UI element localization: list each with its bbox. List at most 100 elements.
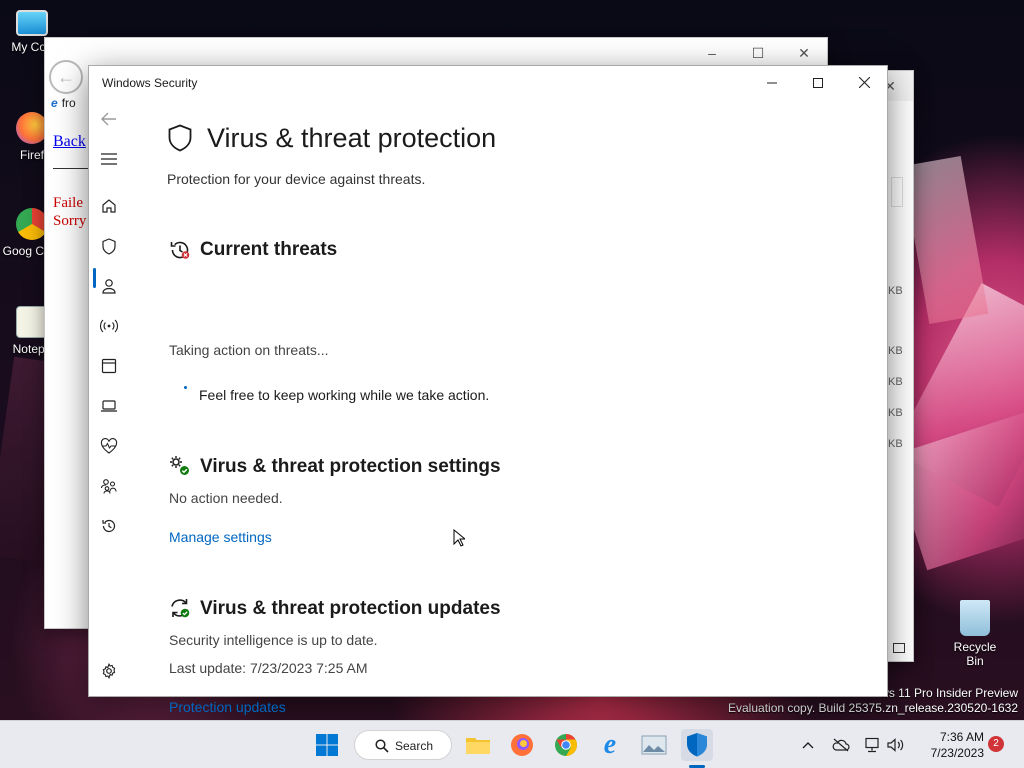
nav-rail — [89, 99, 129, 697]
show-hidden-icons[interactable] — [796, 729, 820, 761]
taskbar-clock[interactable]: 7:36 AM 7/23/2023 — [912, 729, 984, 761]
close-button[interactable] — [841, 66, 887, 99]
last-update-text: Last update: 7/23/2023 7:25 AM — [169, 660, 368, 676]
folder-icon — [466, 738, 490, 754]
watermark-line-2: Evaluation copy. Build 25375.zn_release.… — [728, 701, 1018, 715]
nav-account-protection[interactable] — [97, 274, 121, 298]
taskbar-firefox[interactable] — [506, 729, 538, 761]
settings-gears-icon — [170, 456, 189, 475]
chrome-icon — [555, 734, 577, 756]
current-threats-status: Taking action on threats... — [169, 342, 329, 358]
file-size: KB — [888, 285, 903, 297]
nav-home[interactable] — [97, 194, 121, 218]
maximize-icon — [813, 77, 823, 88]
taskbar-photos[interactable] — [638, 729, 670, 761]
recycle-bin-icon — [960, 600, 990, 636]
nav-protection-history[interactable] — [97, 514, 121, 538]
shield-icon — [102, 237, 116, 255]
desktop-icon-recycle-bin[interactable]: Recycle Bin — [944, 600, 1006, 668]
updates-title: Virus & threat protection updates — [200, 598, 501, 619]
ie-icon: e — [51, 96, 58, 110]
minimize-button[interactable] — [749, 66, 795, 99]
window-title: Windows Security — [102, 76, 198, 90]
taskbar-windows-security[interactable] — [681, 729, 713, 761]
search-label: Search — [395, 739, 434, 753]
settings-status: No action needed. — [169, 490, 283, 506]
refresh-check-icon — [171, 599, 190, 618]
file-size: KB — [888, 438, 903, 450]
page-title: Virus & threat protection — [207, 123, 497, 153]
nav-selection-indicator — [93, 268, 96, 288]
wireless-signal-icon — [100, 319, 118, 333]
back-arrow-icon — [101, 112, 116, 126]
chevron-up-icon — [802, 742, 814, 749]
nav-device-security[interactable] — [97, 394, 121, 418]
notification-badge[interactable]: 2 — [988, 736, 1004, 752]
browser-tab[interactable]: e fro — [51, 96, 76, 110]
tab-title: fro — [61, 96, 76, 110]
taskbar: Search e 7:36 AM 7/23/2023 — [0, 720, 1024, 768]
close-icon[interactable]: ✕ — [781, 38, 827, 68]
app-window-icon — [101, 358, 117, 374]
nav-settings[interactable] — [97, 659, 121, 683]
person-icon — [102, 279, 116, 294]
file-size: KB — [888, 407, 903, 419]
windows-logo-icon — [316, 734, 338, 756]
hamburger-menu-icon — [101, 153, 117, 165]
menu-button[interactable] — [97, 147, 121, 171]
taskbar-file-explorer[interactable] — [462, 729, 494, 761]
desktop-icon-label: Firef — [20, 148, 44, 162]
page-subtitle: Protection for your device against threa… — [167, 171, 426, 187]
close-icon — [858, 77, 870, 88]
search-icon — [375, 739, 389, 753]
gear-icon — [102, 663, 116, 679]
monitor-icon — [16, 10, 48, 36]
minimize-icon[interactable]: – — [689, 38, 735, 68]
nav-firewall[interactable] — [97, 314, 121, 338]
home-icon — [102, 199, 116, 213]
clock-time: 7:36 AM — [939, 730, 984, 744]
protection-updates-link[interactable]: Protection updates — [169, 699, 286, 715]
settings-title: Virus & threat protection settings — [200, 456, 501, 477]
history-icon — [102, 519, 116, 533]
search-box[interactable] — [891, 177, 903, 207]
nav-device-health[interactable] — [97, 434, 121, 458]
preview-pane-icon[interactable] — [893, 643, 905, 653]
image-viewer-icon — [641, 735, 667, 755]
back-button[interactable] — [97, 107, 121, 131]
divider — [53, 168, 93, 169]
manage-settings-link[interactable]: Manage settings — [169, 529, 272, 545]
cloud-offline-icon — [832, 738, 850, 752]
threat-history-icon — [170, 241, 190, 259]
laptop-icon — [101, 400, 117, 412]
speaker-icon — [887, 738, 904, 752]
minimize-icon — [767, 82, 777, 83]
current-threats-title: Current threats — [200, 239, 338, 260]
start-button[interactable] — [311, 729, 343, 761]
error-text: Faile Sorry — [53, 195, 87, 229]
windows-security-window[interactable]: Windows Security Virus & threat protecti… — [88, 65, 888, 715]
taskbar-search[interactable]: Search — [354, 730, 452, 760]
firefox-icon — [511, 734, 533, 756]
shield-icon — [168, 124, 192, 152]
mouse-cursor-icon — [453, 529, 465, 547]
nav-virus-protection[interactable] — [97, 234, 121, 258]
nav-family-options[interactable] — [97, 474, 121, 498]
maximize-icon[interactable]: ☐ — [735, 38, 781, 68]
tray-volume[interactable] — [884, 729, 908, 761]
taskbar-chrome[interactable] — [550, 729, 582, 761]
maximize-button[interactable] — [795, 66, 841, 99]
network-monitor-icon — [865, 737, 879, 753]
back-arrow-icon[interactable]: ← — [49, 60, 83, 94]
heart-pulse-icon — [100, 438, 118, 454]
internet-explorer-icon: e — [603, 729, 617, 760]
desktop-icon-label: Recycle Bin — [953, 640, 997, 668]
title-bar[interactable]: Windows Security — [89, 66, 887, 99]
shield-icon — [687, 733, 707, 757]
tray-network[interactable] — [860, 729, 884, 761]
nav-app-browser-control[interactable] — [97, 354, 121, 378]
taskbar-internet-explorer[interactable]: e — [594, 729, 626, 761]
tray-network-drive[interactable] — [828, 729, 854, 761]
back-link[interactable]: Back — [53, 133, 86, 151]
watermark-line-1: ws 11 Pro Insider Preview — [880, 686, 1018, 700]
